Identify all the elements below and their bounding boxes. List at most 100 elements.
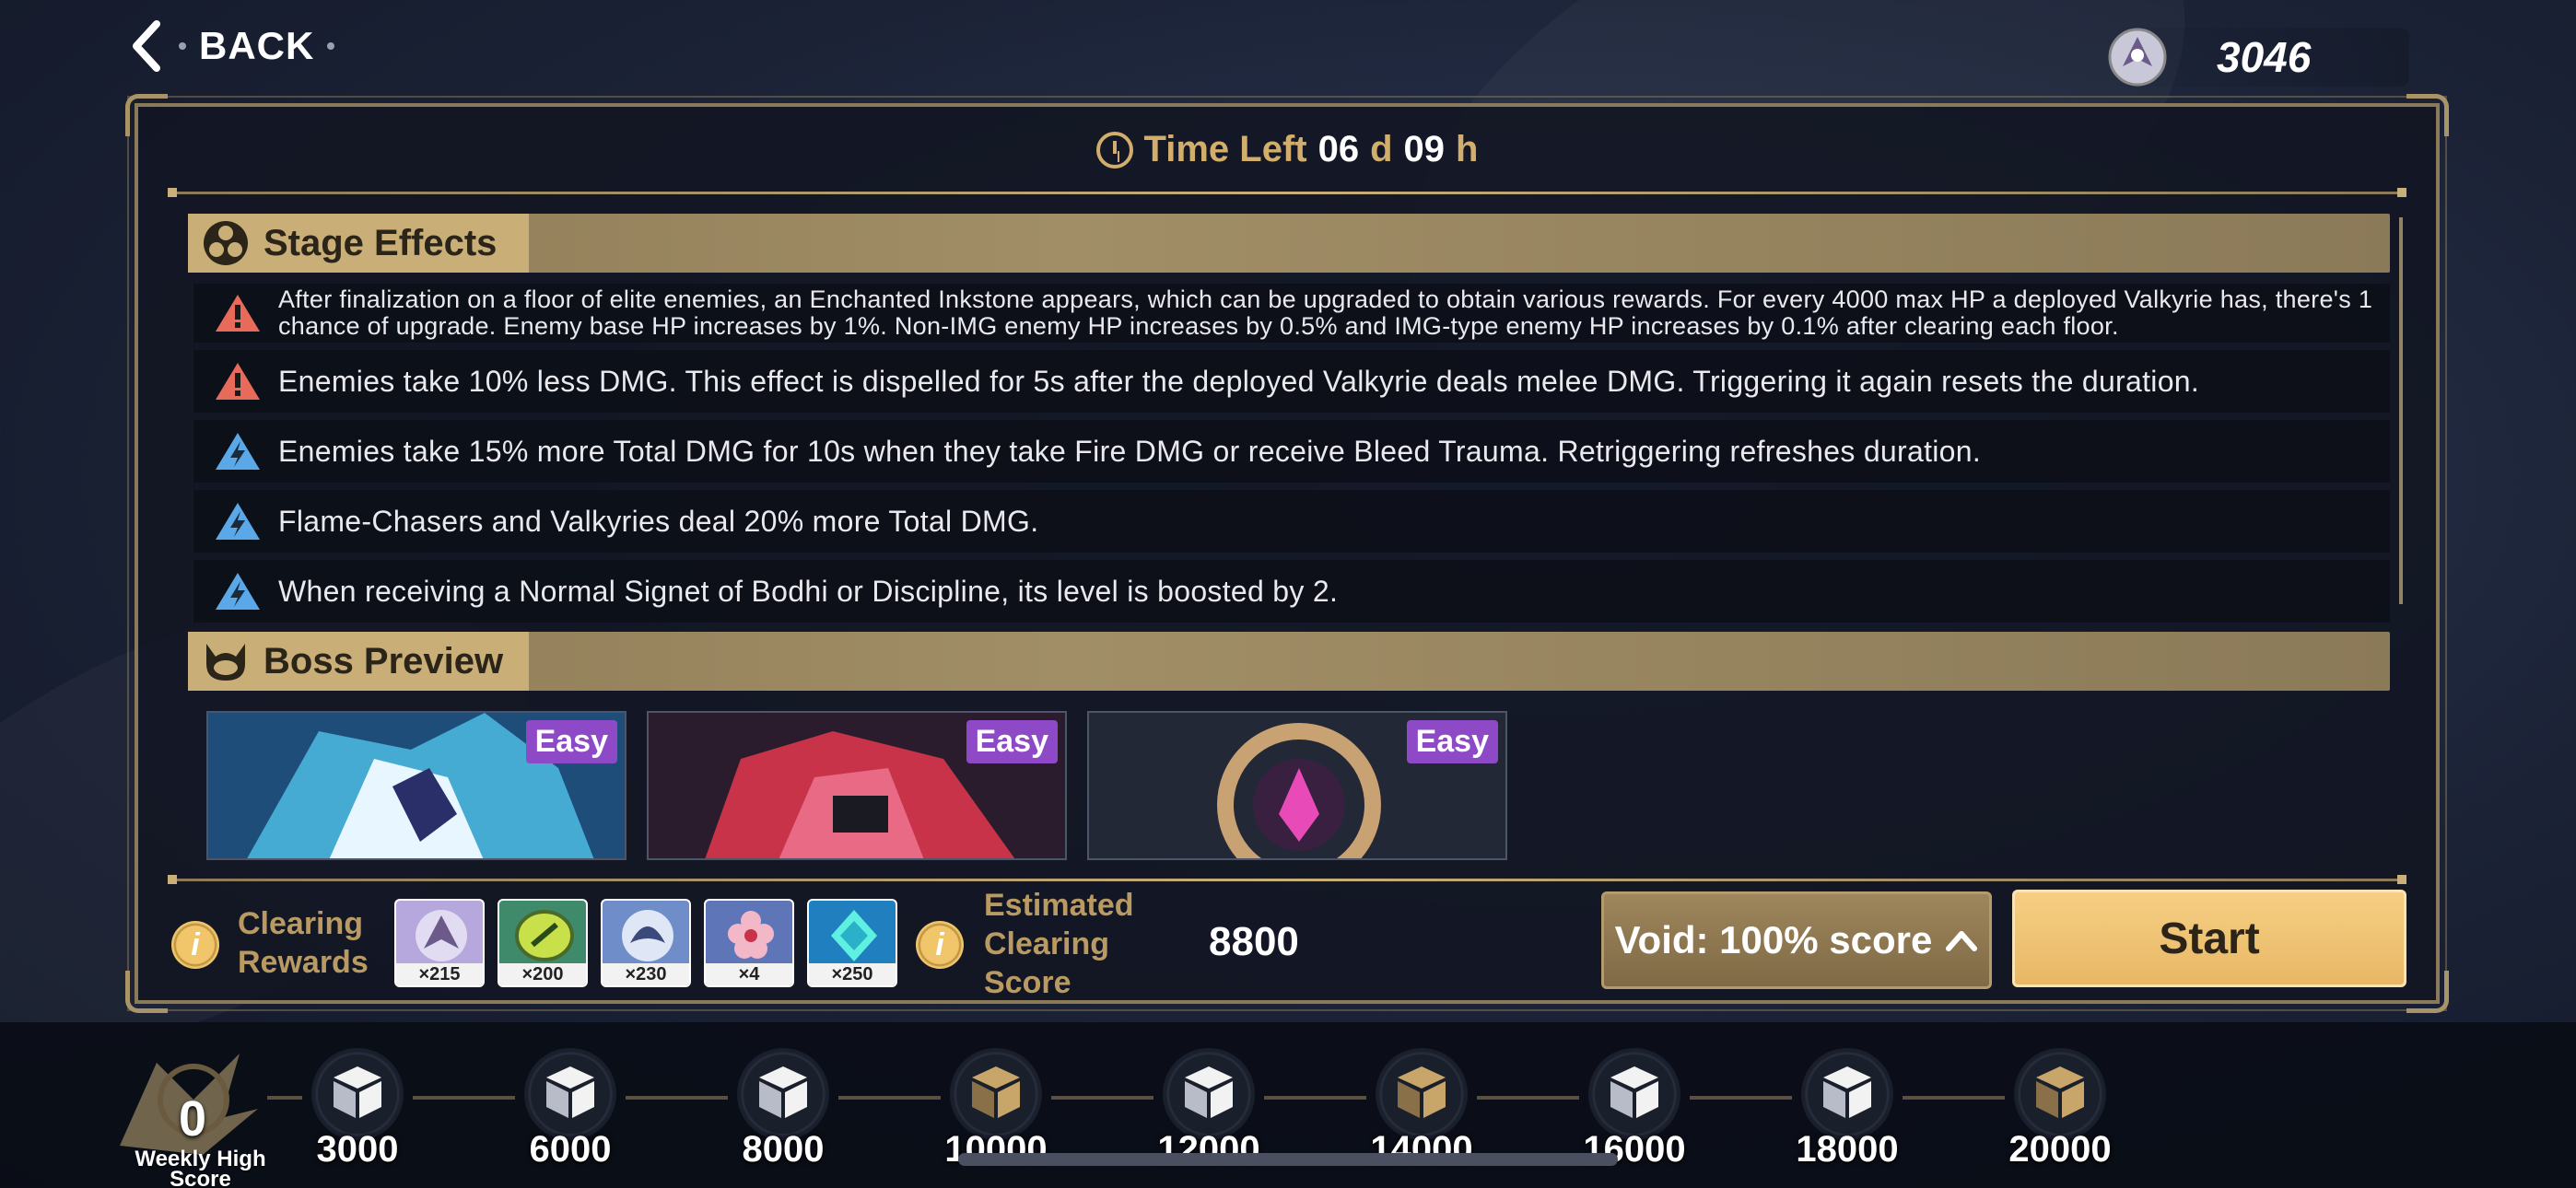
chest-icon	[972, 1066, 1020, 1118]
label-line: Clearing	[238, 906, 364, 941]
void-suffix: score	[1818, 918, 1933, 961]
milestone-chest	[1163, 1048, 1255, 1140]
reward-qty: ×215	[396, 963, 483, 985]
chest-icon	[1185, 1066, 1233, 1118]
radiation-icon	[204, 221, 248, 265]
stage-effects-header: Stage Effects	[188, 214, 2390, 273]
boss-list: Easy Easy Easy	[206, 711, 1507, 860]
weekly-high-score: 0 Weekly High Score	[101, 1044, 304, 1188]
start-label: Start	[2159, 914, 2260, 963]
milestone-reward[interactable]: 6000	[515, 1048, 626, 1186]
boss-card[interactable]: Easy	[647, 711, 1067, 860]
demon-head-icon	[206, 644, 245, 681]
track-connector	[1477, 1096, 1579, 1100]
void-value: 100%	[1719, 918, 1819, 961]
reward-item[interactable]: ×200	[498, 899, 588, 987]
days-value: 06	[1317, 129, 1360, 169]
milestone-chest	[737, 1048, 829, 1140]
track-connector	[1903, 1096, 2005, 1100]
track-connector	[413, 1096, 515, 1100]
horizontal-scrollbar[interactable]	[958, 1153, 1618, 1166]
chest-icon	[1823, 1066, 1871, 1118]
reward-item[interactable]: ×250	[807, 899, 897, 987]
track-connector	[1264, 1096, 1366, 1100]
info-icon[interactable]: i	[916, 921, 964, 969]
chest-icon	[334, 1066, 381, 1118]
info-icon[interactable]: i	[171, 921, 219, 969]
void-prefix: Void:	[1614, 918, 1720, 961]
difficulty-badge: Easy	[525, 720, 617, 763]
reward-item[interactable]: ×4	[704, 899, 794, 987]
reward-item[interactable]: ×215	[394, 899, 485, 987]
stage-effect-item: After finalization on a floor of elite e…	[192, 284, 2390, 343]
boss-preview-title: Boss Preview	[263, 640, 504, 681]
stage-effect-item: Flame-Chasers and Valkyries deal 20% mor…	[192, 490, 2390, 553]
bird-emblem-icon	[622, 910, 673, 961]
lightning-icon	[216, 433, 260, 470]
hours-unit: h	[1456, 129, 1479, 169]
label-line: Rewards	[238, 945, 369, 980]
valkyrie-emblem-icon	[2108, 28, 2167, 87]
decor-dot	[327, 42, 335, 50]
label-line: Clearing	[984, 926, 1110, 961]
stage-effects-list: After finalization on a floor of elite e…	[192, 284, 2390, 630]
milestone-chest	[311, 1048, 404, 1140]
boss-card[interactable]: Easy	[206, 711, 626, 860]
milestone-chest	[524, 1048, 616, 1140]
panel-footer: i Clearing Rewards ×215 ×200 ×230 ×4 ×25…	[138, 879, 2436, 1000]
chest-icon	[1398, 1066, 1446, 1118]
back-button[interactable]: BACK	[129, 17, 335, 76]
clearing-rewards-label: Clearing Rewards	[238, 904, 369, 982]
reward-item[interactable]: ×230	[601, 899, 691, 987]
milestone-reward[interactable]: 3000	[302, 1048, 413, 1186]
milestone-chest	[1588, 1048, 1680, 1140]
milestone-chest	[950, 1048, 1042, 1140]
track-connector	[1051, 1096, 1153, 1100]
valkyrie-emblem-icon	[416, 910, 467, 961]
reward-qty: ×230	[603, 963, 689, 985]
time-left-label: Time Left	[1143, 129, 1307, 169]
stage-effect-text: Enemies take 15% more Total DMG for 10s …	[278, 434, 1982, 468]
milestone-reward[interactable]: 18000	[1792, 1048, 1903, 1186]
currency-display[interactable]: 3046	[2108, 28, 2409, 87]
weekly-score-value: 0	[179, 1091, 207, 1147]
milestone-value: 20000	[2008, 1129, 2112, 1170]
difficulty-badge: Easy	[966, 720, 1058, 763]
top-bar: BACK 3046	[0, 0, 2576, 92]
milestone-chest	[1801, 1048, 1893, 1140]
chest-icon	[1610, 1066, 1658, 1118]
event-panel: Time Left 06 d 09 h Stage Effects After …	[125, 94, 2449, 1013]
boss-preview-header: Boss Preview	[188, 632, 2390, 691]
label-line: Score	[984, 965, 1071, 1000]
milestone-reward[interactable]: 8000	[728, 1048, 838, 1186]
chest-icon	[2036, 1066, 2084, 1118]
reward-qty: ×200	[499, 963, 586, 985]
difficulty-badge: Easy	[1406, 720, 1498, 763]
chest-icon	[546, 1066, 594, 1118]
time-left: Time Left 06 d 09 h	[138, 129, 2436, 170]
stage-effect-item: Enemies take 15% more Total DMG for 10s …	[192, 420, 2390, 483]
clock-icon	[1095, 131, 1133, 169]
void-score-toggle[interactable]: Void: 100% score	[1601, 891, 1992, 989]
label-line: Estimated	[984, 888, 1134, 923]
start-button[interactable]: Start	[2012, 890, 2406, 987]
boss-preview-tab: Boss Preview	[188, 632, 529, 691]
coin-icon	[515, 910, 574, 961]
stage-effect-text: After finalization on a floor of elite e…	[278, 285, 2373, 340]
reward-qty: ×4	[706, 963, 792, 985]
flower-icon	[728, 911, 774, 959]
estimated-score-value: 8800	[1209, 919, 1299, 964]
stage-effect-text: Enemies take 10% less DMG. This effect i…	[278, 364, 2200, 398]
lightning-icon	[216, 503, 260, 540]
decor-dot	[179, 42, 186, 50]
reward-qty: ×250	[809, 963, 896, 985]
crystal-icon	[831, 910, 877, 961]
milestone-chest	[1376, 1048, 1468, 1140]
estimated-score-label: Estimated Clearing Score	[984, 886, 1134, 1002]
vertical-scrollbar[interactable]	[2399, 217, 2403, 604]
milestone-value: 8000	[742, 1129, 825, 1170]
milestone-reward[interactable]: 20000	[2005, 1048, 2115, 1186]
milestone-chest	[2014, 1048, 2106, 1140]
boss-card[interactable]: Easy	[1087, 711, 1507, 860]
label-line: Score	[170, 1167, 231, 1188]
